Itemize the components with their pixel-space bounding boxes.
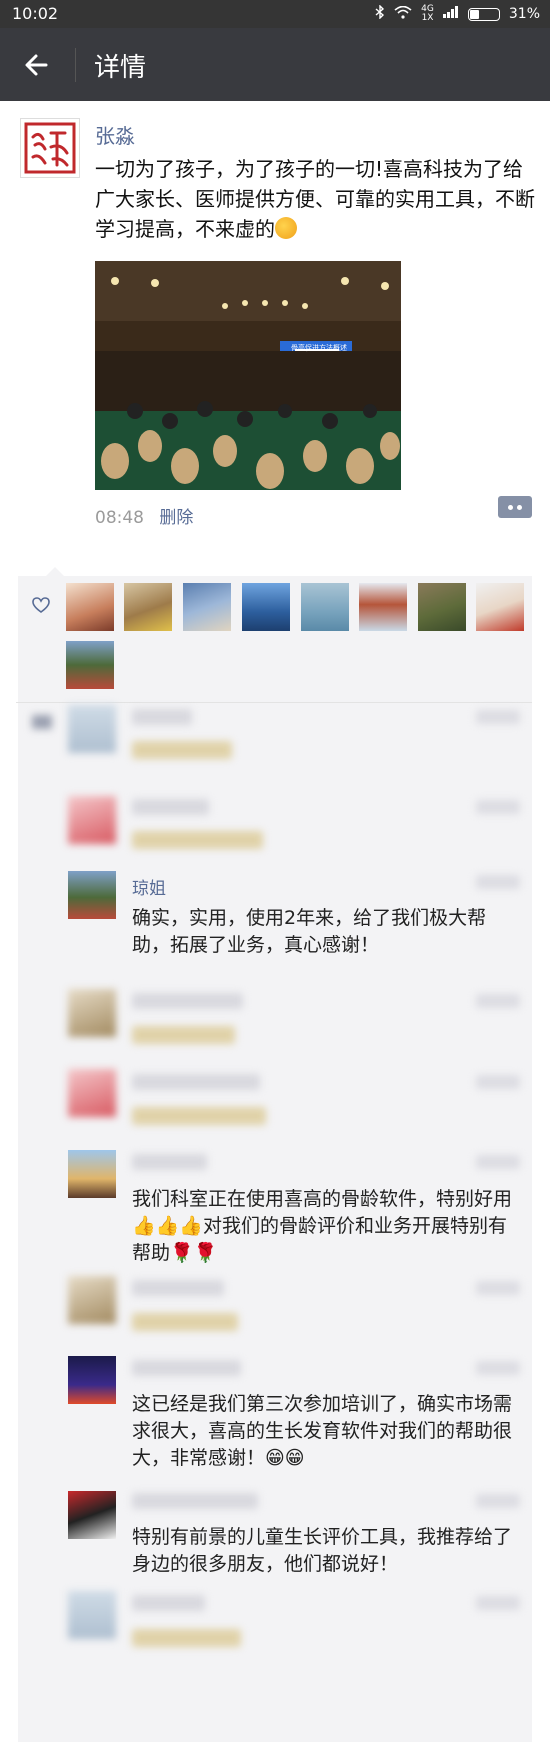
commenter-avatar[interactable] bbox=[68, 871, 116, 919]
moment-post: 张淼 一切为了孩子，为了孩子的一切!喜高科技为了给广大家长、医师提供方便、可靠的… bbox=[0, 101, 550, 575]
comment-time bbox=[476, 1596, 520, 1610]
commenter-avatar[interactable] bbox=[68, 1069, 116, 1117]
commenter-name[interactable] bbox=[132, 1360, 241, 1381]
commenter-avatar[interactable] bbox=[68, 989, 116, 1037]
status-time: 10:02 bbox=[12, 4, 59, 23]
comment-text: 我们科室正在使用喜高的骨龄软件，特别好用👍👍👍对我们的骨龄评价和业务开展特别有帮… bbox=[132, 1188, 513, 1264]
comment-time bbox=[476, 1361, 520, 1375]
heart-outline-icon bbox=[32, 597, 50, 613]
comment-time bbox=[476, 994, 520, 1008]
commenter-name[interactable] bbox=[132, 1074, 260, 1095]
bluetooth-icon bbox=[375, 4, 385, 23]
panel-notch bbox=[46, 567, 64, 576]
battery-percent: 31% bbox=[508, 6, 540, 22]
comment-time bbox=[476, 1494, 520, 1508]
like-avatar[interactable] bbox=[124, 583, 172, 631]
commenter-avatar[interactable] bbox=[68, 1356, 116, 1404]
commenter-name[interactable] bbox=[132, 1493, 258, 1514]
like-avatar[interactable] bbox=[66, 583, 114, 631]
commenter-name[interactable] bbox=[132, 799, 209, 820]
comment-time bbox=[476, 1155, 520, 1169]
commenter-avatar[interactable] bbox=[68, 705, 116, 753]
comment-text: 确实，实用，使用2年来，给了我们极大帮助，拓展了业务，真心感谢！ bbox=[132, 907, 487, 956]
like-avatar[interactable] bbox=[183, 583, 231, 631]
commenter-name[interactable]: 琼姐 bbox=[132, 874, 166, 899]
commenter-name[interactable] bbox=[132, 709, 192, 730]
likes-comments-divider bbox=[16, 702, 532, 703]
comment-text bbox=[132, 1312, 522, 1339]
back-arrow-icon[interactable] bbox=[20, 48, 54, 82]
delete-link[interactable]: 删除 bbox=[159, 508, 193, 528]
comment-text: 特别有前景的儿童生长评价工具，我推荐给了身边的很多朋友，他们都说好！ bbox=[132, 1526, 513, 1575]
post-time: 08:48 bbox=[95, 508, 144, 528]
author-avatar[interactable] bbox=[20, 118, 80, 178]
like-avatar[interactable] bbox=[359, 583, 407, 631]
commenter-name[interactable] bbox=[132, 1154, 207, 1175]
comment-text: 这已经是我们第三次参加培训了，确实市场需求很大，喜高的生长发育软件对我们的帮助很… bbox=[132, 1393, 513, 1469]
nav-divider bbox=[75, 48, 76, 82]
comment-text bbox=[132, 1628, 522, 1655]
comment-text bbox=[132, 830, 522, 857]
commenter-avatar[interactable] bbox=[68, 1491, 116, 1539]
page-title: 详情 bbox=[94, 53, 147, 83]
commenter-name[interactable] bbox=[132, 1280, 224, 1301]
wifi-icon bbox=[394, 5, 412, 23]
post-meta: 08:48 删除 bbox=[95, 503, 193, 528]
post-text: 一切为了孩子，为了孩子的一切!喜高科技为了给广大家长、医师提供方便、可靠的实用工… bbox=[95, 157, 535, 241]
comment-bubble-icon bbox=[32, 714, 52, 729]
comment-time bbox=[476, 1075, 520, 1089]
commenter-avatar[interactable] bbox=[68, 796, 116, 844]
status-bar: 10:02 4G 1X 31% bbox=[0, 0, 550, 28]
comment-time bbox=[476, 1281, 520, 1295]
comment-time bbox=[476, 875, 520, 889]
comment-text bbox=[132, 740, 522, 767]
like-avatar[interactable] bbox=[66, 641, 114, 689]
battery-icon bbox=[467, 7, 500, 21]
status-icons: 4G 1X 31% bbox=[375, 4, 540, 23]
nav-bar: 详情 bbox=[0, 28, 550, 101]
commenter-name[interactable] bbox=[132, 993, 243, 1014]
commenter-name[interactable] bbox=[132, 1595, 205, 1616]
commenter-avatar[interactable] bbox=[68, 1150, 116, 1198]
interaction-panel: 琼姐确实，实用，使用2年来，给了我们极大帮助，拓展了业务，真心感谢！ 我们科室正在… bbox=[16, 567, 532, 1742]
author-name[interactable]: 张淼 bbox=[95, 120, 135, 149]
more-options-button[interactable] bbox=[498, 496, 532, 518]
commenter-avatar[interactable] bbox=[68, 1276, 116, 1324]
commenter-avatar[interactable] bbox=[68, 1591, 116, 1639]
signal-icon: 4G 1X bbox=[421, 4, 434, 23]
comment-text bbox=[132, 1025, 522, 1052]
post-photo[interactable]: 骨高促进方法概述 bbox=[95, 261, 401, 490]
like-avatar[interactable] bbox=[242, 583, 290, 631]
comment-text bbox=[132, 1106, 522, 1133]
like-avatar[interactable] bbox=[476, 583, 524, 631]
photo-banner-text: 骨高促进方法概述 bbox=[291, 344, 347, 352]
comment-time bbox=[476, 800, 520, 814]
like-avatar[interactable] bbox=[301, 583, 349, 631]
cellular-bars-icon bbox=[442, 6, 459, 22]
like-avatar[interactable] bbox=[418, 583, 466, 631]
smirk-emoji-icon bbox=[275, 217, 297, 239]
likes-row bbox=[18, 576, 532, 702]
comment-time bbox=[476, 710, 520, 724]
